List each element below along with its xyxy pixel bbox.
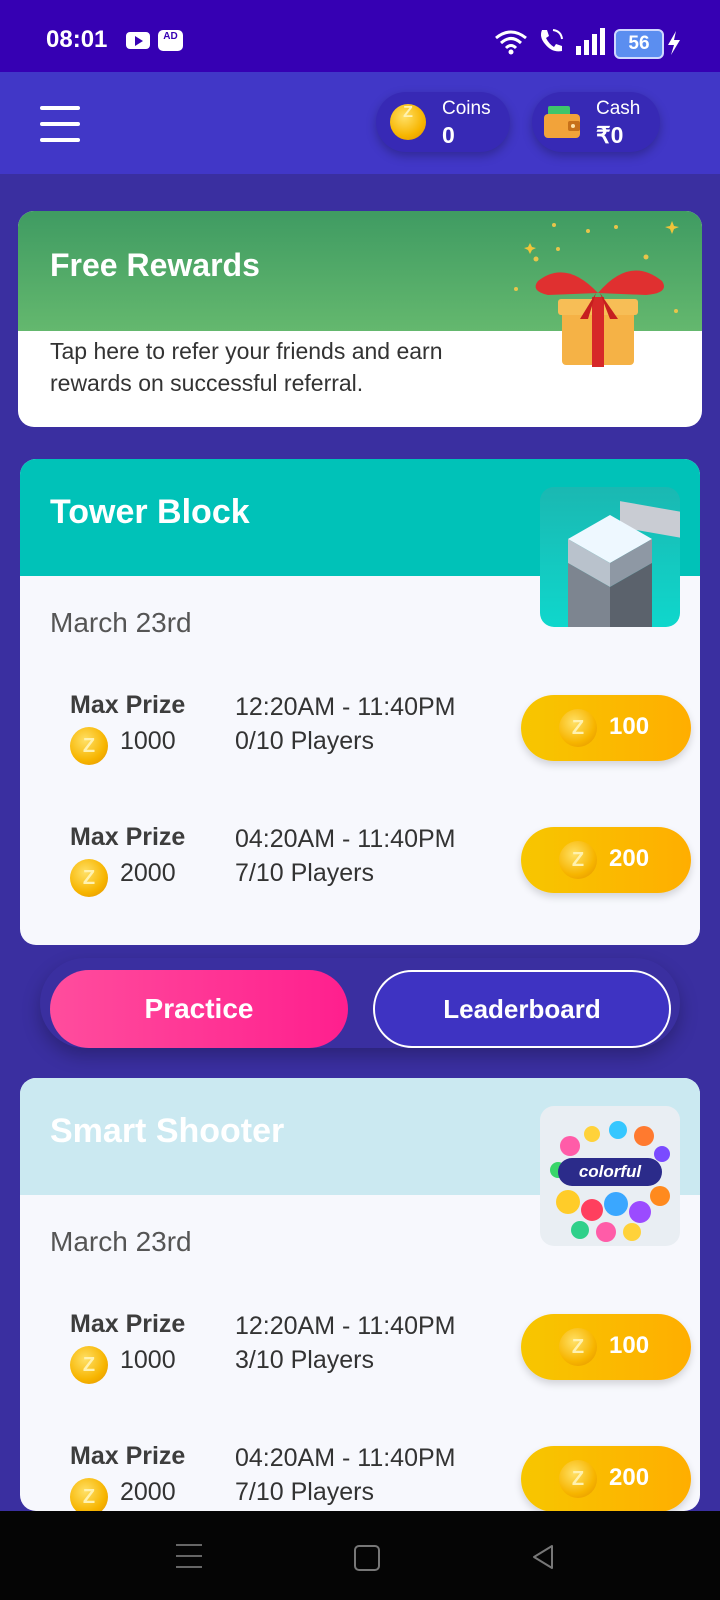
practice-button[interactable]: Practice bbox=[50, 970, 348, 1048]
coin-icon bbox=[70, 1346, 108, 1384]
back-icon[interactable] bbox=[530, 1544, 556, 1570]
gift-icon bbox=[514, 221, 679, 367]
tournament-slot: Max Prize 2000 04:20AM - 11:40PM 7/10 Pl… bbox=[20, 1438, 700, 1511]
entry-fee-button[interactable]: 200 bbox=[521, 1446, 691, 1511]
max-prize-label: Max Prize bbox=[70, 1310, 186, 1338]
status-time: 08:01 bbox=[46, 26, 108, 53]
call-icon bbox=[541, 29, 563, 52]
coin-icon bbox=[559, 1460, 597, 1498]
recent-apps-icon[interactable] bbox=[176, 1544, 202, 1568]
entry-fee-value: 100 bbox=[609, 713, 650, 740]
entry-fee-value: 200 bbox=[609, 1464, 650, 1491]
coin-icon bbox=[70, 727, 108, 765]
tower-block-thumbnail bbox=[540, 487, 680, 627]
ad-icon: AD bbox=[158, 30, 183, 51]
rewards-title: Free Rewards bbox=[50, 247, 260, 283]
youtube-icon bbox=[126, 32, 150, 49]
game-date: March 23rd bbox=[50, 607, 192, 638]
slot-time: 04:20AM - 11:40PM bbox=[235, 1444, 456, 1472]
slot-players: 0/10 Players bbox=[235, 727, 374, 755]
max-prize-value: 1000 bbox=[120, 727, 176, 755]
tournament-slot: Max Prize 2000 04:20AM - 11:40PM 7/10 Pl… bbox=[20, 819, 700, 909]
max-prize-value: 2000 bbox=[120, 859, 176, 887]
entry-fee-value: 200 bbox=[609, 845, 650, 872]
menu-icon[interactable] bbox=[40, 106, 80, 142]
coins-pill[interactable]: Coins 0 bbox=[376, 92, 510, 152]
cash-value: ₹0 bbox=[596, 122, 624, 148]
wifi-icon bbox=[495, 30, 527, 55]
slot-players: 7/10 Players bbox=[235, 859, 374, 887]
coin-icon bbox=[559, 1328, 597, 1366]
home-icon[interactable] bbox=[354, 1545, 380, 1571]
coins-value: 0 bbox=[442, 122, 455, 148]
game-date: March 23rd bbox=[50, 1226, 192, 1257]
game-title: Smart Shooter bbox=[50, 1112, 285, 1150]
max-prize-value: 1000 bbox=[120, 1346, 176, 1374]
entry-fee-button[interactable]: 100 bbox=[521, 695, 691, 761]
max-prize-label: Max Prize bbox=[70, 1442, 186, 1470]
slot-players: 3/10 Players bbox=[235, 1346, 374, 1374]
coins-label: Coins bbox=[442, 98, 491, 119]
wallet-icon bbox=[544, 106, 580, 138]
cash-pill[interactable]: Cash ₹0 bbox=[532, 92, 660, 152]
rewards-description: Tap here to refer your friends and earn … bbox=[50, 338, 443, 396]
free-rewards-card[interactable]: Free Rewards Tap here to refer your frie… bbox=[18, 211, 702, 427]
leaderboard-button[interactable]: Leaderboard bbox=[373, 970, 671, 1048]
slot-time: 04:20AM - 11:40PM bbox=[235, 825, 456, 853]
cash-label: Cash bbox=[596, 98, 641, 119]
tower-block-card[interactable]: Tower Block March 23rd Max Prize 1000 12… bbox=[20, 459, 700, 945]
game-title: Tower Block bbox=[50, 493, 250, 531]
signal-icon bbox=[576, 28, 605, 55]
status-bar: 08:01 AD 56 bbox=[0, 0, 720, 72]
coin-icon bbox=[70, 859, 108, 897]
entry-fee-button[interactable]: 100 bbox=[521, 1314, 691, 1380]
max-prize-value: 2000 bbox=[120, 1478, 176, 1506]
coin-icon bbox=[390, 104, 426, 140]
smart-shooter-thumbnail: colorful bbox=[540, 1106, 680, 1246]
max-prize-label: Max Prize bbox=[70, 823, 186, 851]
thumbnail-logo-text: colorful bbox=[578, 1162, 642, 1181]
max-prize-label: Max Prize bbox=[70, 691, 186, 719]
coin-icon bbox=[559, 841, 597, 879]
slot-time: 12:20AM - 11:40PM bbox=[235, 693, 456, 721]
charge-icon bbox=[668, 31, 680, 55]
entry-fee-value: 100 bbox=[609, 1332, 650, 1359]
battery-level: 56 bbox=[614, 29, 664, 59]
slot-players: 7/10 Players bbox=[235, 1478, 374, 1506]
tournament-slot: Max Prize 1000 12:20AM - 11:40PM 0/10 Pl… bbox=[20, 687, 700, 777]
coin-icon bbox=[559, 709, 597, 747]
entry-fee-button[interactable]: 200 bbox=[521, 827, 691, 893]
tournament-slot: Max Prize 1000 12:20AM - 11:40PM 3/10 Pl… bbox=[20, 1306, 700, 1396]
slot-time: 12:20AM - 11:40PM bbox=[235, 1312, 456, 1340]
smart-shooter-card[interactable]: Smart Shooter March 23rd colorful Max Pr… bbox=[20, 1078, 700, 1511]
coin-icon bbox=[70, 1478, 108, 1511]
